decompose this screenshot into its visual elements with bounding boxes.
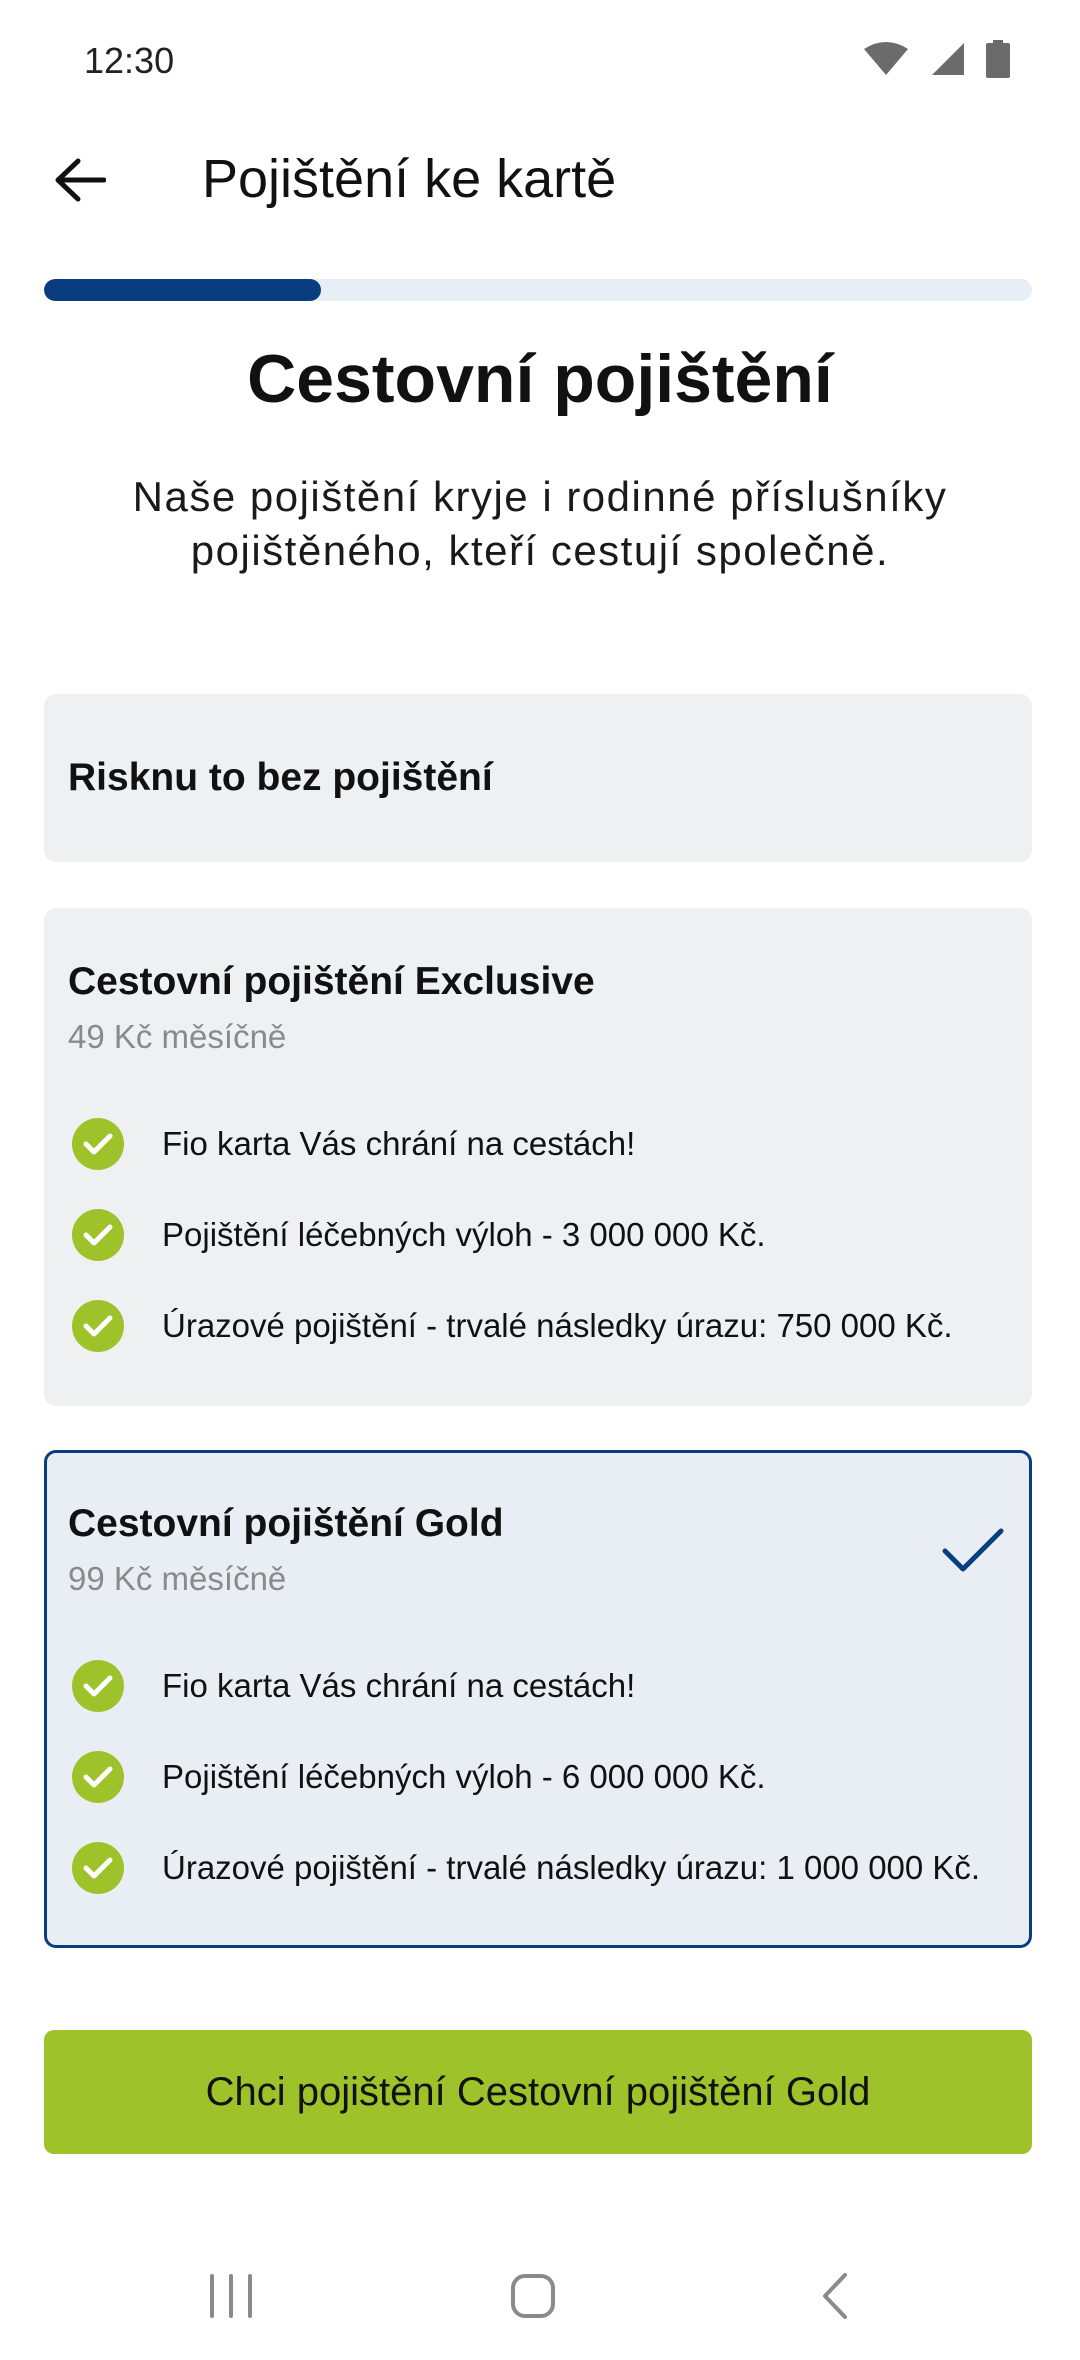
- status-bar: 12:30: [0, 0, 1080, 120]
- status-time: 12:30: [84, 40, 175, 81]
- home-icon: [511, 2274, 555, 2318]
- progress-bar: [44, 279, 1032, 301]
- feature-item: Úrazové pojištění - trvalé následky úraz…: [72, 1300, 953, 1391]
- status-icons: [862, 40, 1010, 78]
- back-icon: [823, 2273, 847, 2319]
- check-circle-icon: [72, 1209, 124, 1261]
- feature-text: Pojištění léčebných výloh - 3 000 000 Kč…: [162, 1216, 766, 1253]
- feature-text: Úrazové pojištění - trvalé následky úraz…: [162, 1849, 981, 1886]
- section-heading: Cestovní pojištění: [247, 341, 833, 417]
- option-exclusive[interactable]: Cestovní pojištění Exclusive 49 Kč měsíč…: [44, 908, 1032, 1406]
- section-description: Naše pojištění kryje i rodinné příslušní…: [132, 473, 948, 574]
- feature-item: Fio karta Vás chrání na cestách!: [72, 1660, 980, 1751]
- system-nav-bar: [0, 2220, 1080, 2360]
- option-no-insurance[interactable]: Risknu to bez pojištění: [44, 694, 1032, 862]
- check-circle-icon: [72, 1751, 124, 1803]
- option-title: Risknu to bez pojištění: [68, 756, 493, 799]
- feature-item: Pojištění léčebných výloh - 3 000 000 Kč…: [72, 1209, 953, 1300]
- option-title: Cestovní pojištění Exclusive: [68, 960, 595, 1003]
- back-button[interactable]: [40, 140, 120, 220]
- signal-icon: [932, 43, 964, 75]
- feature-list: Fio karta Vás chrání na cestách! Pojiště…: [72, 1660, 980, 1933]
- nav-back-button[interactable]: [790, 2256, 880, 2336]
- feature-item: Pojištění léčebných výloh - 6 000 000 Kč…: [72, 1751, 980, 1842]
- feature-item: Úrazové pojištění - trvalé následky úraz…: [72, 1842, 980, 1933]
- feature-text: Fio karta Vás chrání na cestách!: [162, 1667, 636, 1704]
- page-title: Pojištění ke kartě: [202, 149, 617, 209]
- option-price: 99 Kč měsíčně: [68, 1560, 287, 1597]
- option-gold[interactable]: Cestovní pojištění Gold 99 Kč měsíčně Fi…: [44, 1450, 1032, 1948]
- check-circle-icon: [72, 1842, 124, 1894]
- home-button[interactable]: [488, 2256, 578, 2336]
- check-circle-icon: [72, 1300, 124, 1352]
- feature-list: Fio karta Vás chrání na cestách! Pojiště…: [72, 1118, 953, 1391]
- feature-text: Fio karta Vás chrání na cestách!: [162, 1125, 636, 1162]
- arrow-back-icon: [55, 158, 106, 202]
- feature-text: Pojištění léčebných výloh - 6 000 000 Kč…: [162, 1758, 766, 1795]
- check-circle-icon: [72, 1118, 124, 1170]
- recent-apps-icon: [210, 2274, 252, 2318]
- battery-icon: [986, 40, 1010, 78]
- checkmark-icon: [942, 1528, 1004, 1572]
- feature-item: Fio karta Vás chrání na cestách!: [72, 1118, 953, 1209]
- recent-apps-button[interactable]: [186, 2256, 276, 2336]
- option-price: 49 Kč měsíčně: [68, 1018, 287, 1055]
- confirm-insurance-button[interactable]: Chci pojištění Cestovní pojištění Gold: [44, 2030, 1032, 2154]
- wifi-icon: [864, 42, 908, 75]
- check-circle-icon: [72, 1660, 124, 1712]
- option-title: Cestovní pojištění Gold: [68, 1502, 504, 1545]
- feature-text: Úrazové pojištění - trvalé následky úraz…: [162, 1307, 953, 1344]
- progress-fill: [44, 279, 321, 301]
- app-bar: Pojištění ke kartě: [0, 120, 1080, 240]
